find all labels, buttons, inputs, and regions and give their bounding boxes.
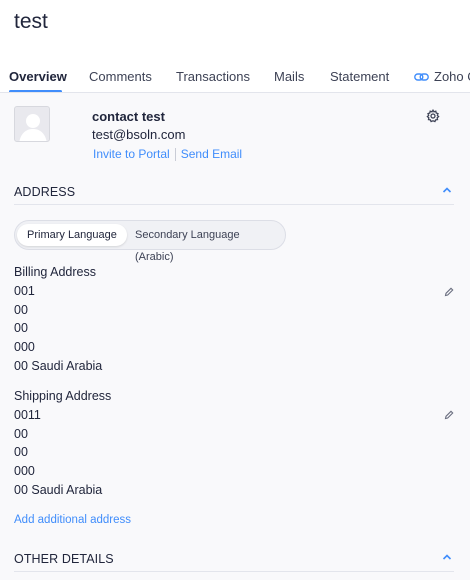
other-details-section-header[interactable]: OTHER DETAILS <box>14 550 454 572</box>
page-title: test <box>14 10 48 33</box>
add-additional-address-link[interactable]: Add additional address <box>14 514 131 526</box>
overview-panel: contact test test@bsoln.com Invite to Po… <box>0 93 470 580</box>
billing-address-line: 00 <box>14 302 28 317</box>
billing-address: Billing Address 001 00 00 000 00 Saudi A… <box>14 263 102 376</box>
chevron-up-icon[interactable] <box>442 553 452 561</box>
chevron-up-icon[interactable] <box>442 186 452 194</box>
other-details-section-title: OTHER DETAILS <box>14 552 114 566</box>
address-section-title: ADDRESS <box>14 185 76 199</box>
shipping-address-heading: Shipping Address <box>14 389 112 403</box>
avatar <box>14 106 50 142</box>
tab-zoho[interactable]: Zoho C <box>414 69 470 84</box>
secondary-language-option[interactable]: Secondary Language (Arabic) <box>125 224 285 263</box>
tab-mails[interactable]: Mails <box>274 69 304 84</box>
shipping-address-line: 0011 <box>14 407 41 422</box>
billing-address-line: 00 Saudi Arabia <box>14 358 103 373</box>
shipping-address-line: 00 <box>14 445 28 460</box>
tab-transactions[interactable]: Transactions <box>176 69 250 84</box>
shipping-address-line: 000 <box>14 464 35 479</box>
send-email-link[interactable]: Send Email <box>181 147 242 161</box>
gear-icon[interactable] <box>426 109 440 123</box>
tab-overview[interactable]: Overview <box>9 69 67 84</box>
tab-zoho-label: Zoho C <box>434 69 470 84</box>
invite-to-portal-link[interactable]: Invite to Portal <box>93 147 170 161</box>
contact-actions: Invite to Portal Send Email <box>93 147 242 161</box>
pencil-icon[interactable] <box>444 287 454 297</box>
link-icon <box>414 72 429 81</box>
link-divider <box>174 147 176 161</box>
billing-address-line: 001 <box>14 283 35 298</box>
contact-name: contact test <box>92 109 165 124</box>
pencil-icon[interactable] <box>444 410 454 420</box>
tab-statement[interactable]: Statement <box>330 69 389 84</box>
primary-language-option[interactable]: Primary Language <box>17 224 127 246</box>
shipping-address: Shipping Address 0011 00 00 000 00 Saudi… <box>14 387 111 500</box>
shipping-address-line: 00 <box>14 426 28 441</box>
billing-address-line: 000 <box>14 340 35 355</box>
tab-comments[interactable]: Comments <box>89 69 152 84</box>
address-section-header[interactable]: ADDRESS <box>14 183 454 205</box>
tab-bar: Overview Comments Transactions Mails Sta… <box>0 62 470 93</box>
shipping-address-line: 00 Saudi Arabia <box>14 482 103 497</box>
billing-address-line: 00 <box>14 321 28 336</box>
contact-email: test@bsoln.com <box>92 127 186 142</box>
billing-address-heading: Billing Address <box>14 265 96 279</box>
language-toggle: Primary Language Secondary Language (Ara… <box>14 220 286 263</box>
avatar-placeholder-icon <box>19 114 47 141</box>
